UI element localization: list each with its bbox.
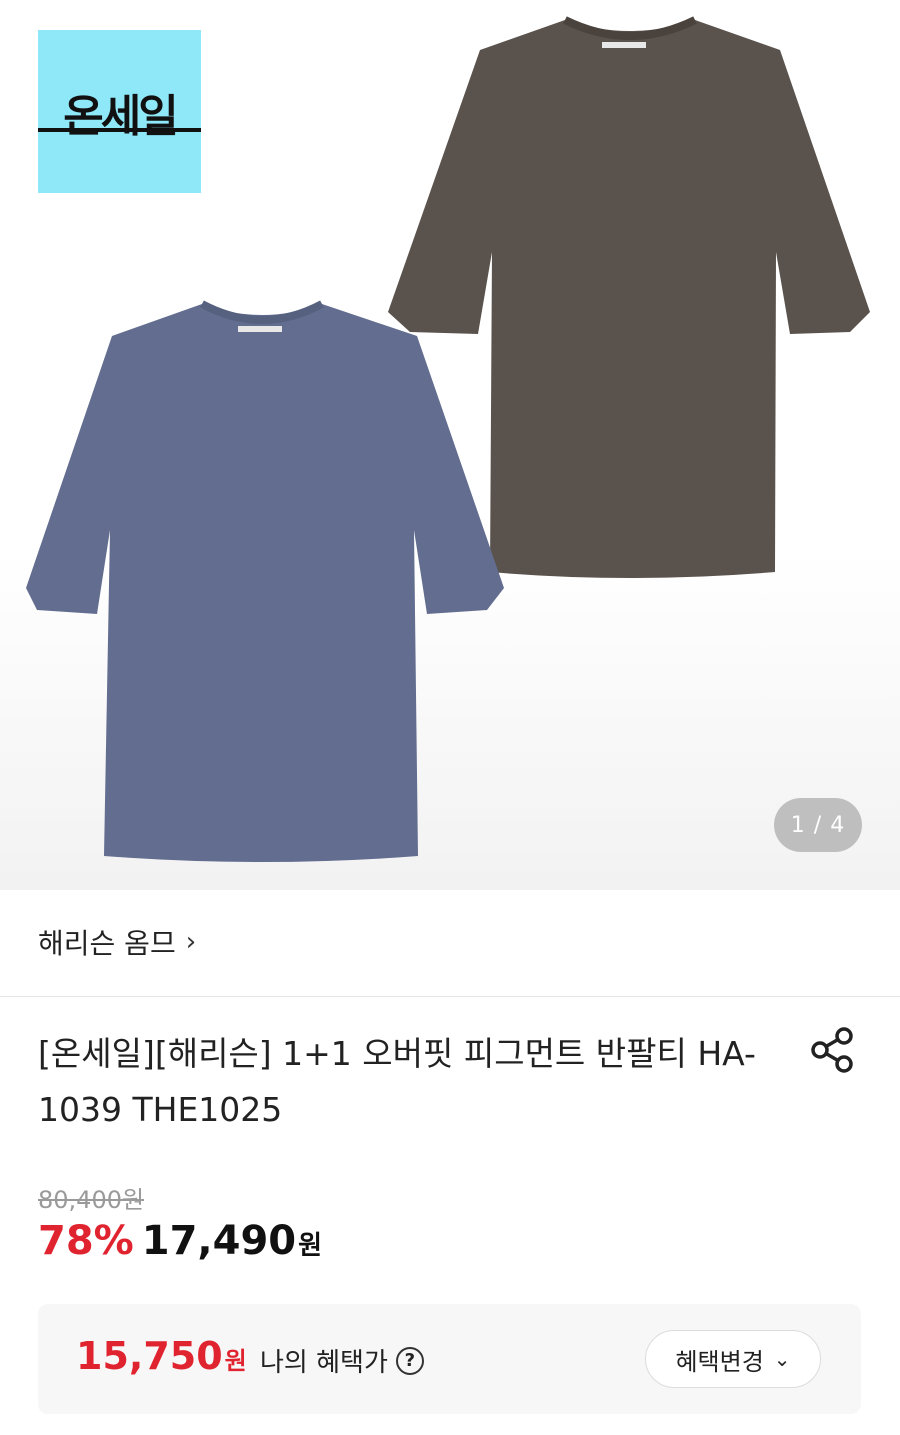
my-price-value: 15,750 bbox=[76, 1334, 223, 1378]
image-counter: 1 / 4 bbox=[774, 798, 862, 852]
chevron-down-icon: ⌄ bbox=[773, 1347, 791, 1371]
my-benefit-label: 나의 혜택가 ? bbox=[260, 1342, 424, 1379]
original-price: 80,400원 bbox=[38, 1186, 145, 1214]
blue-tshirt-image bbox=[26, 300, 504, 862]
chevron-right-icon: › bbox=[185, 927, 197, 957]
benefit-price-box: 15,750 원 나의 혜택가 ? 혜택변경 ⌄ bbox=[38, 1304, 861, 1414]
badge-text: 온세일 bbox=[63, 90, 178, 142]
onsale-badge: 온세일 bbox=[38, 30, 201, 193]
brand-name: 해리슨 옴므 bbox=[38, 927, 176, 960]
my-price-unit: 원 bbox=[224, 1347, 247, 1375]
price-row: 78% 17,490 원 bbox=[38, 1218, 322, 1274]
divider bbox=[0, 996, 900, 997]
discount-rate: 78% bbox=[38, 1218, 134, 1264]
product-image-carousel[interactable]: 온세일 1 / 4 bbox=[0, 0, 900, 890]
sale-price-unit: 원 bbox=[298, 1231, 323, 1261]
sale-price: 17,490 bbox=[141, 1218, 297, 1264]
my-benefit-price: 15,750 원 bbox=[76, 1334, 247, 1378]
change-benefit-label: 혜택변경 bbox=[675, 1347, 764, 1376]
benefit-label-text: 나의 혜택가 bbox=[260, 1348, 388, 1378]
product-title: [온세일][해리슨] 1+1 오버핏 피그먼트 반팔티 HA-1039 THE1… bbox=[38, 1034, 756, 1129]
brand-link[interactable]: 해리슨 옴므 › bbox=[38, 920, 196, 964]
share-icon[interactable] bbox=[808, 1026, 858, 1074]
change-benefit-button[interactable]: 혜택변경 ⌄ bbox=[645, 1330, 821, 1388]
help-icon[interactable]: ? bbox=[395, 1346, 424, 1375]
